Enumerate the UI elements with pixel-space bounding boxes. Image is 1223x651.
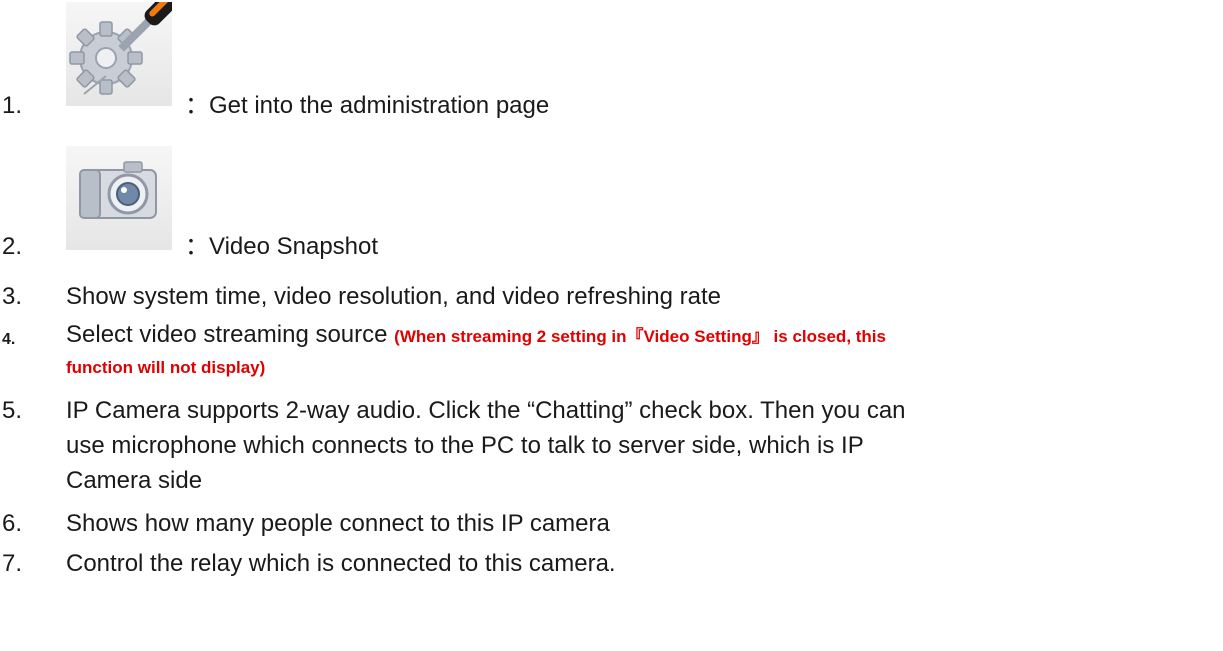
list-item-text-line: IP Camera supports 2-way audio. Click th… xyxy=(66,397,906,424)
list-item-text: ：Get into the administration page xyxy=(185,92,550,119)
list-item-text: Shows how many people connect to this IP… xyxy=(66,510,610,537)
list-number: 5. xyxy=(2,397,23,424)
list-number: 1. xyxy=(2,92,23,119)
list-number: 4. xyxy=(2,331,16,348)
list-number: 3. xyxy=(2,283,23,310)
list-number: 7. xyxy=(2,550,23,577)
admin-tools-icon xyxy=(66,0,180,106)
note-text: (When streaming 2 setting in『Video Setti… xyxy=(394,327,886,346)
list-item-text: Select video streaming source (When stre… xyxy=(66,320,886,352)
list-item-main-text: Select video streaming source xyxy=(66,321,395,348)
note-text-continued: function will not display) xyxy=(66,358,266,377)
list-item-text-line: use microphone which connects to the PC … xyxy=(66,432,864,459)
camera-snapshot-icon xyxy=(66,146,172,250)
list-item-text: ：Video Snapshot xyxy=(185,233,379,260)
list-item-text: Show system time, video resolution, and … xyxy=(66,283,721,310)
list-number: 6. xyxy=(2,510,23,537)
list-number: 2. xyxy=(2,233,23,260)
list-item-text-line: Camera side xyxy=(66,467,203,494)
list-item-text: Control the relay which is connected to … xyxy=(66,550,616,577)
